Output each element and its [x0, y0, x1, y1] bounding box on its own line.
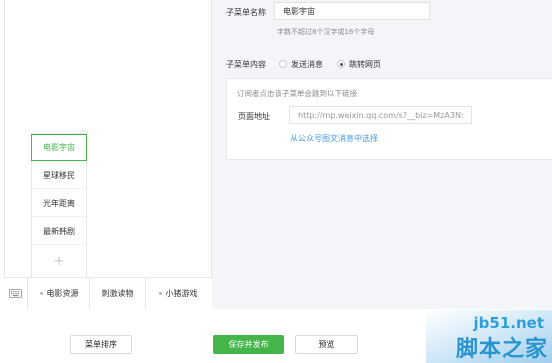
- main-menu-item-label: 刺激读物: [101, 289, 134, 298]
- radio-jump-label: 跳转网页: [349, 60, 381, 69]
- submenu-item-label: 星球移民: [43, 170, 75, 180]
- add-submenu-button[interactable]: +: [32, 247, 86, 275]
- submenu-item-4[interactable]: 最新韩剧: [32, 218, 86, 245]
- submenu-list: 电影宇宙 星球移民 光年距离 最新韩剧 +: [31, 133, 87, 277]
- page-url-input[interactable]: http://mp.weixin.qq.com/s?__biz=MzA3N:: [289, 106, 472, 124]
- save-publish-button[interactable]: 保存并发布: [213, 335, 284, 354]
- name-label: 子菜单名称: [226, 8, 266, 17]
- submenu-item-label: 光年距离: [43, 198, 75, 208]
- keyboard-toggle[interactable]: [4, 278, 28, 309]
- main-menu-bar: 电影资源 刺激读物 小猪游戏: [4, 277, 212, 309]
- preview-button[interactable]: 预览: [295, 335, 358, 354]
- save-publish-label: 保存并发布: [228, 340, 269, 349]
- keyboard-icon: [9, 289, 22, 298]
- submenu-name-value: 电影宇宙: [283, 6, 315, 16]
- submenu-item-label: 电影宇宙: [43, 143, 75, 152]
- main-menu-item-3[interactable]: 小猪游戏: [146, 278, 210, 309]
- main-menu-item-2[interactable]: 刺激读物: [90, 278, 146, 309]
- plus-icon: +: [53, 253, 65, 269]
- radio-send-label: 发送消息: [291, 60, 323, 69]
- preview-label: 预览: [318, 340, 335, 349]
- watermark-domain: jb51.net: [473, 314, 544, 332]
- url-label: 页面地址: [238, 112, 270, 121]
- submenu-settings-panel: 子菜单名称 电影宇宙 字数不超过8个汉字或16个字母 子菜单内容 发送消息 跳转…: [212, 0, 552, 309]
- dot-icon: [158, 292, 162, 295]
- link-box-hint: 订阅者点击该子菜单会跳到以下链接: [237, 89, 357, 98]
- select-from-articles-link[interactable]: 从公众号图文消息中选择: [290, 133, 378, 144]
- link-settings-box: 订阅者点击该子菜单会跳到以下链接 页面地址 http://mp.weixin.q…: [226, 78, 552, 160]
- radio-send-message[interactable]: [279, 60, 287, 68]
- submenu-item-2[interactable]: 星球移民: [32, 162, 86, 189]
- name-hint: 字数不超过8个汉字或16个字母: [277, 28, 375, 36]
- submenu-item-label: 最新韩剧: [43, 226, 75, 236]
- radio-jump-webpage[interactable]: [337, 60, 345, 68]
- site-watermark: jb51.net 脚本之家: [426, 310, 552, 363]
- submenu-item-1[interactable]: 电影宇宙: [31, 134, 87, 161]
- page-url-value: http://mp.weixin.qq.com/s?__biz=MzA3N:: [298, 110, 464, 120]
- main-menu-item-label: 小猪游戏: [165, 289, 198, 298]
- watermark-brand: 脚本之家: [455, 337, 548, 362]
- dot-icon: [39, 292, 43, 295]
- submenu-name-input[interactable]: 电影宇宙: [274, 2, 430, 20]
- submenu-item-3[interactable]: 光年距离: [32, 190, 86, 217]
- main-menu-item-1[interactable]: 电影资源: [29, 278, 90, 309]
- sort-menu-button[interactable]: 菜单排序: [70, 335, 132, 354]
- content-label: 子菜单内容: [226, 60, 266, 69]
- main-menu-item-label: 电影资源: [46, 289, 79, 298]
- sort-menu-label: 菜单排序: [85, 340, 117, 349]
